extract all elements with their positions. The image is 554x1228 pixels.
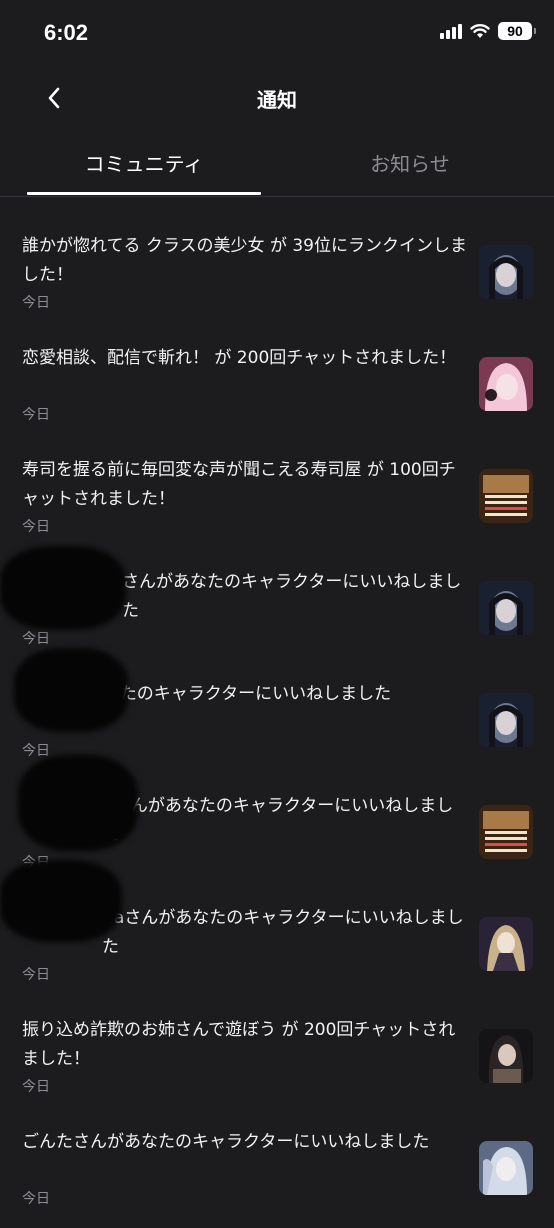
notification-date: 今日 [22, 1191, 50, 1207]
header: 通知 [0, 70, 554, 126]
notification-item[interactable]: ごんたさんがあなたのキャラクターにいいねしました 今日 [0, 1116, 554, 1228]
notification-text: 振り込め詐欺のお姉さんで遊ぼう が 200回チャットされました！ [22, 1020, 456, 1069]
notification-date: 今日 [22, 631, 50, 647]
notification-date: 今日 [22, 743, 50, 759]
redaction-mark [18, 755, 138, 851]
notification-item[interactable]: 振り込め詐欺のお姉さんで遊ぼう が 200回チャットされました！ 今日 [0, 1004, 554, 1116]
character-thumbnail [479, 469, 533, 523]
character-thumbnail [479, 245, 533, 299]
character-thumbnail [479, 917, 533, 971]
tab-news[interactable]: お知らせ [300, 148, 520, 177]
redaction-mark [0, 860, 122, 942]
status-icons: 90 [440, 22, 536, 40]
notification-item[interactable]: Caさんがあなたのキャラクターにいいねしました 今日 [0, 860, 554, 1004]
battery-icon: 90 [498, 22, 536, 40]
notification-date: 今日 [22, 967, 50, 983]
notification-item[interactable]: 恋愛相談、配信で斬れ！ が 200回チャットされました！ 今日 [0, 332, 554, 444]
notification-date: 今日 [22, 519, 50, 535]
tab-community[interactable]: コミュニティ [27, 148, 261, 177]
character-thumbnail [479, 357, 533, 411]
character-thumbnail [479, 1029, 533, 1083]
character-thumbnail [479, 805, 533, 859]
notification-text: 誰かが惚れてる クラスの美少女 が 39位にランクインしました！ [22, 236, 467, 285]
wifi-icon [470, 24, 490, 38]
notification-item[interactable]: 誰かが惚れてる クラスの美少女 が 39位にランクインしました！ 今日 [0, 220, 554, 332]
character-thumbnail [479, 1141, 533, 1195]
redaction-mark [14, 648, 128, 732]
notification-date: 今日 [22, 295, 50, 311]
status-bar: 6:02 90 [0, 0, 554, 66]
status-time: 6:02 [44, 20, 89, 45]
tab-bar: コミュニティ お知らせ [0, 130, 554, 197]
cellular-signal-icon [440, 23, 462, 39]
notification-date: 今日 [22, 1079, 50, 1095]
notification-text: 恋愛相談、配信で斬れ！ が 200回チャットされました！ [22, 348, 457, 368]
character-thumbnail [479, 693, 533, 747]
redaction-mark [0, 546, 126, 630]
notification-item[interactable]: 寿司を握る前に毎回変な声が聞こえる寿司屋 が 100回チャットされました！ 今日 [0, 444, 554, 556]
page-title: 通知 [257, 88, 297, 112]
active-tab-indicator [27, 192, 261, 195]
notification-date: 今日 [22, 407, 50, 423]
character-thumbnail [479, 581, 533, 635]
notification-text: 寿司を握る前に毎回変な声が聞こえる寿司屋 が 100回チャットされました！ [22, 460, 456, 509]
notification-text: ごんたさんがあなたのキャラクターにいいねしました [22, 1132, 430, 1152]
